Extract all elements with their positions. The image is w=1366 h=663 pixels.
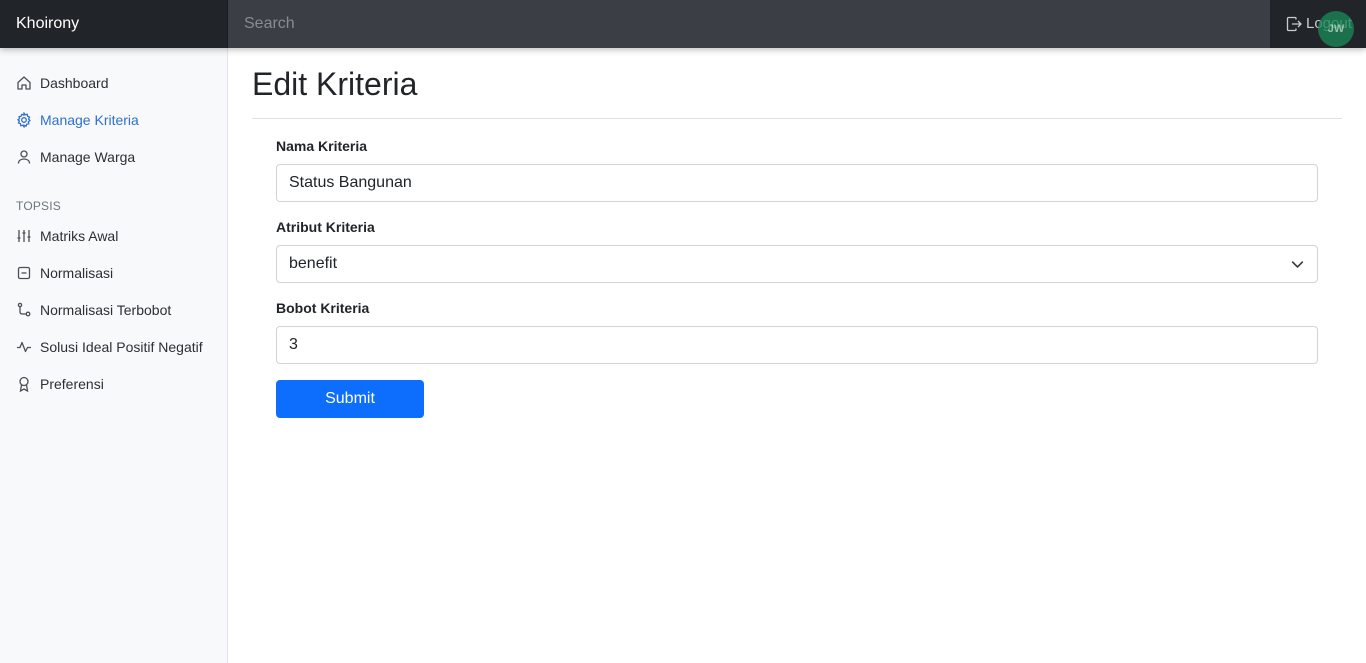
sidebar-item-label: Manage Kriteria	[40, 111, 139, 128]
submit-button[interactable]: Submit	[276, 380, 424, 418]
award-icon	[19, 376, 29, 392]
atribut-kriteria-selected[interactable]: benefit	[276, 245, 1318, 283]
sidebar-item-preferensi[interactable]: Preferensi	[0, 365, 227, 402]
sidebar-item-manage-warga[interactable]: Manage Warga	[0, 138, 227, 175]
sidebar-item-solusi-ideal[interactable]: Solusi Ideal Positif Negatif	[0, 328, 227, 365]
bobot-kriteria-label: Bobot Kriteria	[276, 300, 370, 316]
sidebar-item-label: Matriks Awal	[40, 227, 119, 244]
nama-kriteria-input[interactable]	[276, 164, 1318, 202]
git-branch-icon	[17, 302, 31, 316]
sidebar-item-label: Normalisasi	[40, 264, 114, 281]
atribut-kriteria-group: Atribut Kriteria benefit	[276, 219, 1318, 283]
gear-icon	[16, 111, 31, 128]
sidebar: Dashboard Manage Kriteria Manage Warga T…	[0, 48, 228, 663]
activity-icon	[17, 341, 31, 352]
title-divider	[252, 118, 1342, 119]
sidebar-item-label: Preferensi	[40, 375, 104, 392]
nama-kriteria-group: Nama Kriteria	[276, 138, 1318, 202]
sidebar-item-normalisasi-terbobot[interactable]: Normalisasi Terbobot	[0, 291, 227, 328]
bobot-kriteria-group: Bobot Kriteria	[276, 300, 1318, 364]
sidebar-item-label: Dashboard	[40, 74, 109, 91]
sidebar-item-manage-kriteria[interactable]: Manage Kriteria	[0, 101, 227, 138]
sidebar-item-label: Solusi Ideal Positif Negatif	[40, 338, 203, 355]
brand-logo[interactable]: Khoirony	[0, 0, 228, 48]
atribut-kriteria-label: Atribut Kriteria	[276, 219, 375, 235]
sidebar-section-heading: TOPSIS	[16, 199, 61, 213]
page-title: Edit Kriteria	[252, 66, 418, 102]
atribut-kriteria-select[interactable]: benefit	[276, 245, 1318, 283]
sidebar-item-dashboard[interactable]: Dashboard	[0, 64, 227, 101]
edit-kriteria-form: Nama Kriteria Atribut Kriteria benefit B…	[276, 138, 1318, 418]
house-icon	[17, 75, 31, 90]
navbar-right: Logout JW	[1270, 0, 1366, 48]
sidebar-item-label: Normalisasi Terbobot	[40, 301, 172, 318]
sidebar-item-normalisasi[interactable]: Normalisasi	[0, 254, 227, 291]
sidebar-item-label: Manage Warga	[40, 148, 136, 165]
search-input[interactable]	[228, 0, 1270, 48]
box-arrow-right-icon	[1286, 16, 1302, 32]
file-minus-icon	[17, 266, 31, 279]
bobot-kriteria-input[interactable]	[276, 326, 1318, 364]
sidebar-item-matriks-awal[interactable]: Matriks Awal	[0, 217, 227, 254]
nama-kriteria-label: Nama Kriteria	[276, 138, 368, 154]
sliders-icon	[17, 229, 31, 242]
person-icon	[17, 149, 31, 164]
avatar[interactable]: JW	[1318, 11, 1354, 47]
top-navbar: Khoirony Logout JW	[0, 0, 1366, 48]
